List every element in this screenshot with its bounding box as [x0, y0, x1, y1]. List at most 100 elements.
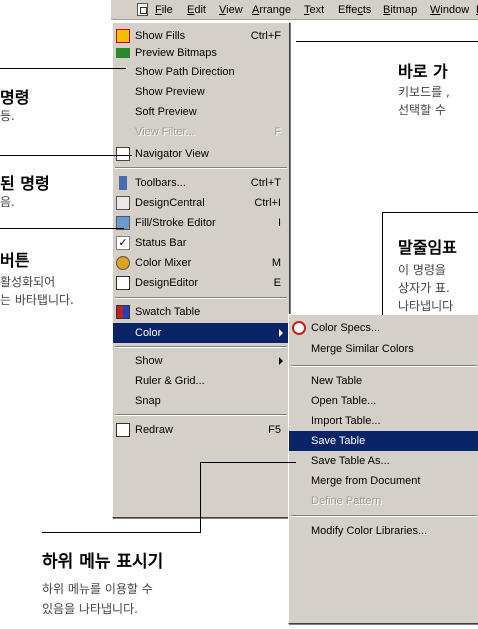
callout-line	[200, 462, 201, 532]
menu-item-label: Open Table...	[311, 395, 377, 407]
menu-item-label: Fill/Stroke Editor	[135, 217, 216, 229]
menu-label: rrange	[259, 4, 292, 16]
callout-description: 활성화되어	[0, 275, 56, 289]
menu-bar: File Edit View Arrange Text Effects Bitm…	[111, 0, 478, 20]
menu-file[interactable]: File	[155, 3, 173, 17]
callout-description: 나타냅니다	[398, 299, 454, 313]
callout-line	[296, 41, 478, 42]
menu-item-shortcut: Ctrl+F	[250, 30, 281, 42]
menu-item-label: Color Specs...	[311, 322, 381, 334]
menu-item-save-table[interactable]: Save Table	[289, 431, 478, 451]
menu-bitmap[interactable]: Bitmap	[383, 3, 417, 17]
menu-text[interactable]: Text	[304, 3, 324, 17]
menu-item-label: DesignEditor	[135, 277, 198, 289]
menu-effects[interactable]: Effects	[338, 3, 371, 17]
check-icon: ✓	[116, 236, 130, 250]
callout-title: 명령	[0, 88, 30, 107]
callout-line	[0, 68, 126, 69]
callout-title: 바로 가	[398, 62, 448, 81]
menu-window[interactable]: Window	[430, 3, 469, 17]
callout-line	[42, 532, 201, 533]
menu-item-label: Swatch Table	[135, 306, 201, 318]
menu-item-ruler-grid[interactable]: Ruler & Grid...	[113, 371, 289, 391]
menu-item-fill-stroke-editor[interactable]: Fill/Stroke Editor I	[113, 213, 289, 233]
menu-item-shortcut: M	[271, 257, 281, 269]
callout-line	[382, 212, 383, 315]
callout-description: 음.	[0, 195, 15, 209]
menu-item-merge-from-document[interactable]: Merge from Document	[289, 471, 478, 491]
menu-separator	[115, 297, 287, 299]
menu-item-label: Color Mixer	[135, 257, 192, 269]
menu-separator	[291, 515, 477, 517]
menu-item-color-specs[interactable]: Color Specs...	[289, 318, 478, 338]
menu-item-preview-bitmaps[interactable]: Preview Bitmaps	[113, 43, 289, 63]
menu-item-label: Show Path Direction	[135, 66, 235, 78]
callout-description: 있음을 나타냅니다.	[42, 602, 138, 616]
menu-item-snap[interactable]: Snap	[113, 391, 289, 411]
menu-view[interactable]: View	[219, 3, 243, 17]
callout-description: 상자가 표.	[398, 281, 450, 295]
menu-item-define-pattern: Define Pattern	[289, 491, 478, 511]
menu-item-new-table[interactable]: New Table	[289, 371, 478, 391]
menu-item-modify-color-libraries[interactable]: Modify Color Libraries...	[289, 521, 478, 541]
menu-item-label: Ruler & Grid...	[135, 375, 205, 387]
menu-item-swatch-table[interactable]: Swatch Table	[113, 302, 289, 322]
callout-line	[382, 212, 478, 213]
menu-item-label: DesignCentral	[135, 197, 205, 209]
menu-label: dit	[194, 4, 206, 16]
menu-item-label: Show Fills	[135, 30, 186, 42]
menu-item-label: Soft Preview	[135, 106, 197, 118]
designcentral-icon	[116, 196, 130, 210]
menu-item-toolbars[interactable]: Toolbars... Ctrl+T	[113, 173, 289, 193]
menu-item-show[interactable]: Show	[113, 351, 289, 371]
menu-item-status-bar[interactable]: ✓ Status Bar	[113, 233, 289, 253]
menu-item-label: Merge from Document	[311, 475, 421, 487]
submenu-arrow-icon	[279, 329, 283, 337]
menu-item-show-preview[interactable]: Show Preview	[113, 82, 289, 102]
menu-item-show-path-direction[interactable]: Show Path Direction	[113, 62, 289, 82]
menu-item-import-table[interactable]: Import Table...	[289, 411, 478, 431]
redraw-icon	[116, 423, 130, 437]
menu-item-color[interactable]: Color	[113, 323, 289, 343]
menu-item-navigator-view[interactable]: Navigator View	[113, 144, 289, 164]
callout-line	[0, 228, 124, 229]
menu-edit[interactable]: Edit	[187, 3, 206, 17]
menu-separator	[115, 167, 287, 169]
callout-description: 선택할 수	[398, 103, 446, 117]
menu-item-shortcut: F	[274, 126, 281, 138]
navigator-view-icon	[116, 147, 130, 161]
callout-description: 는 바타탭니다.	[0, 293, 74, 307]
menu-separator	[291, 365, 477, 367]
menu-item-open-table[interactable]: Open Table...	[289, 391, 478, 411]
color-mixer-icon	[116, 256, 130, 270]
menu-item-label: Snap	[135, 395, 161, 407]
menu-item-soft-preview[interactable]: Soft Preview	[113, 102, 289, 122]
menu-item-label: Color	[135, 327, 162, 339]
menu-item-design-editor[interactable]: DesignEditor E	[113, 273, 289, 293]
menu-item-view-filter: View Filter... F	[113, 122, 289, 142]
menu-item-designcentral[interactable]: DesignCentral Ctrl+I	[113, 193, 289, 213]
menu-item-label: Modify Color Libraries...	[311, 525, 428, 537]
menu-arrange[interactable]: Arrange	[252, 3, 291, 17]
menu-item-label: Define Pattern	[311, 495, 382, 507]
callout-description: 키보드를 ,	[398, 85, 450, 99]
document-icon[interactable]	[137, 3, 148, 16]
menu-item-shortcut: E	[273, 277, 281, 289]
menu-item-redraw[interactable]: Redraw F5	[113, 420, 289, 440]
menu-item-label: View Filter...	[135, 126, 195, 138]
menu-item-label: Toolbars...	[135, 177, 186, 189]
menu-separator	[115, 346, 287, 348]
menu-item-shortcut: Ctrl+I	[254, 197, 281, 209]
callout-title: 된 명령	[0, 174, 50, 193]
color-specs-icon	[292, 321, 306, 335]
menu-item-label: Save Table	[311, 435, 366, 447]
show-fills-icon	[116, 29, 130, 43]
menu-mnemonic: F	[155, 4, 162, 16]
menu-item-label: New Table	[311, 375, 363, 387]
callout-line	[0, 155, 132, 156]
menu-item-color-mixer[interactable]: Color Mixer M	[113, 253, 289, 273]
menu-item-merge-similar-colors[interactable]: Merge Similar Colors	[289, 339, 478, 359]
menu-item-save-table-as[interactable]: Save Table As...	[289, 451, 478, 471]
menu-label: ile	[161, 4, 173, 16]
menu-separator	[115, 414, 287, 416]
